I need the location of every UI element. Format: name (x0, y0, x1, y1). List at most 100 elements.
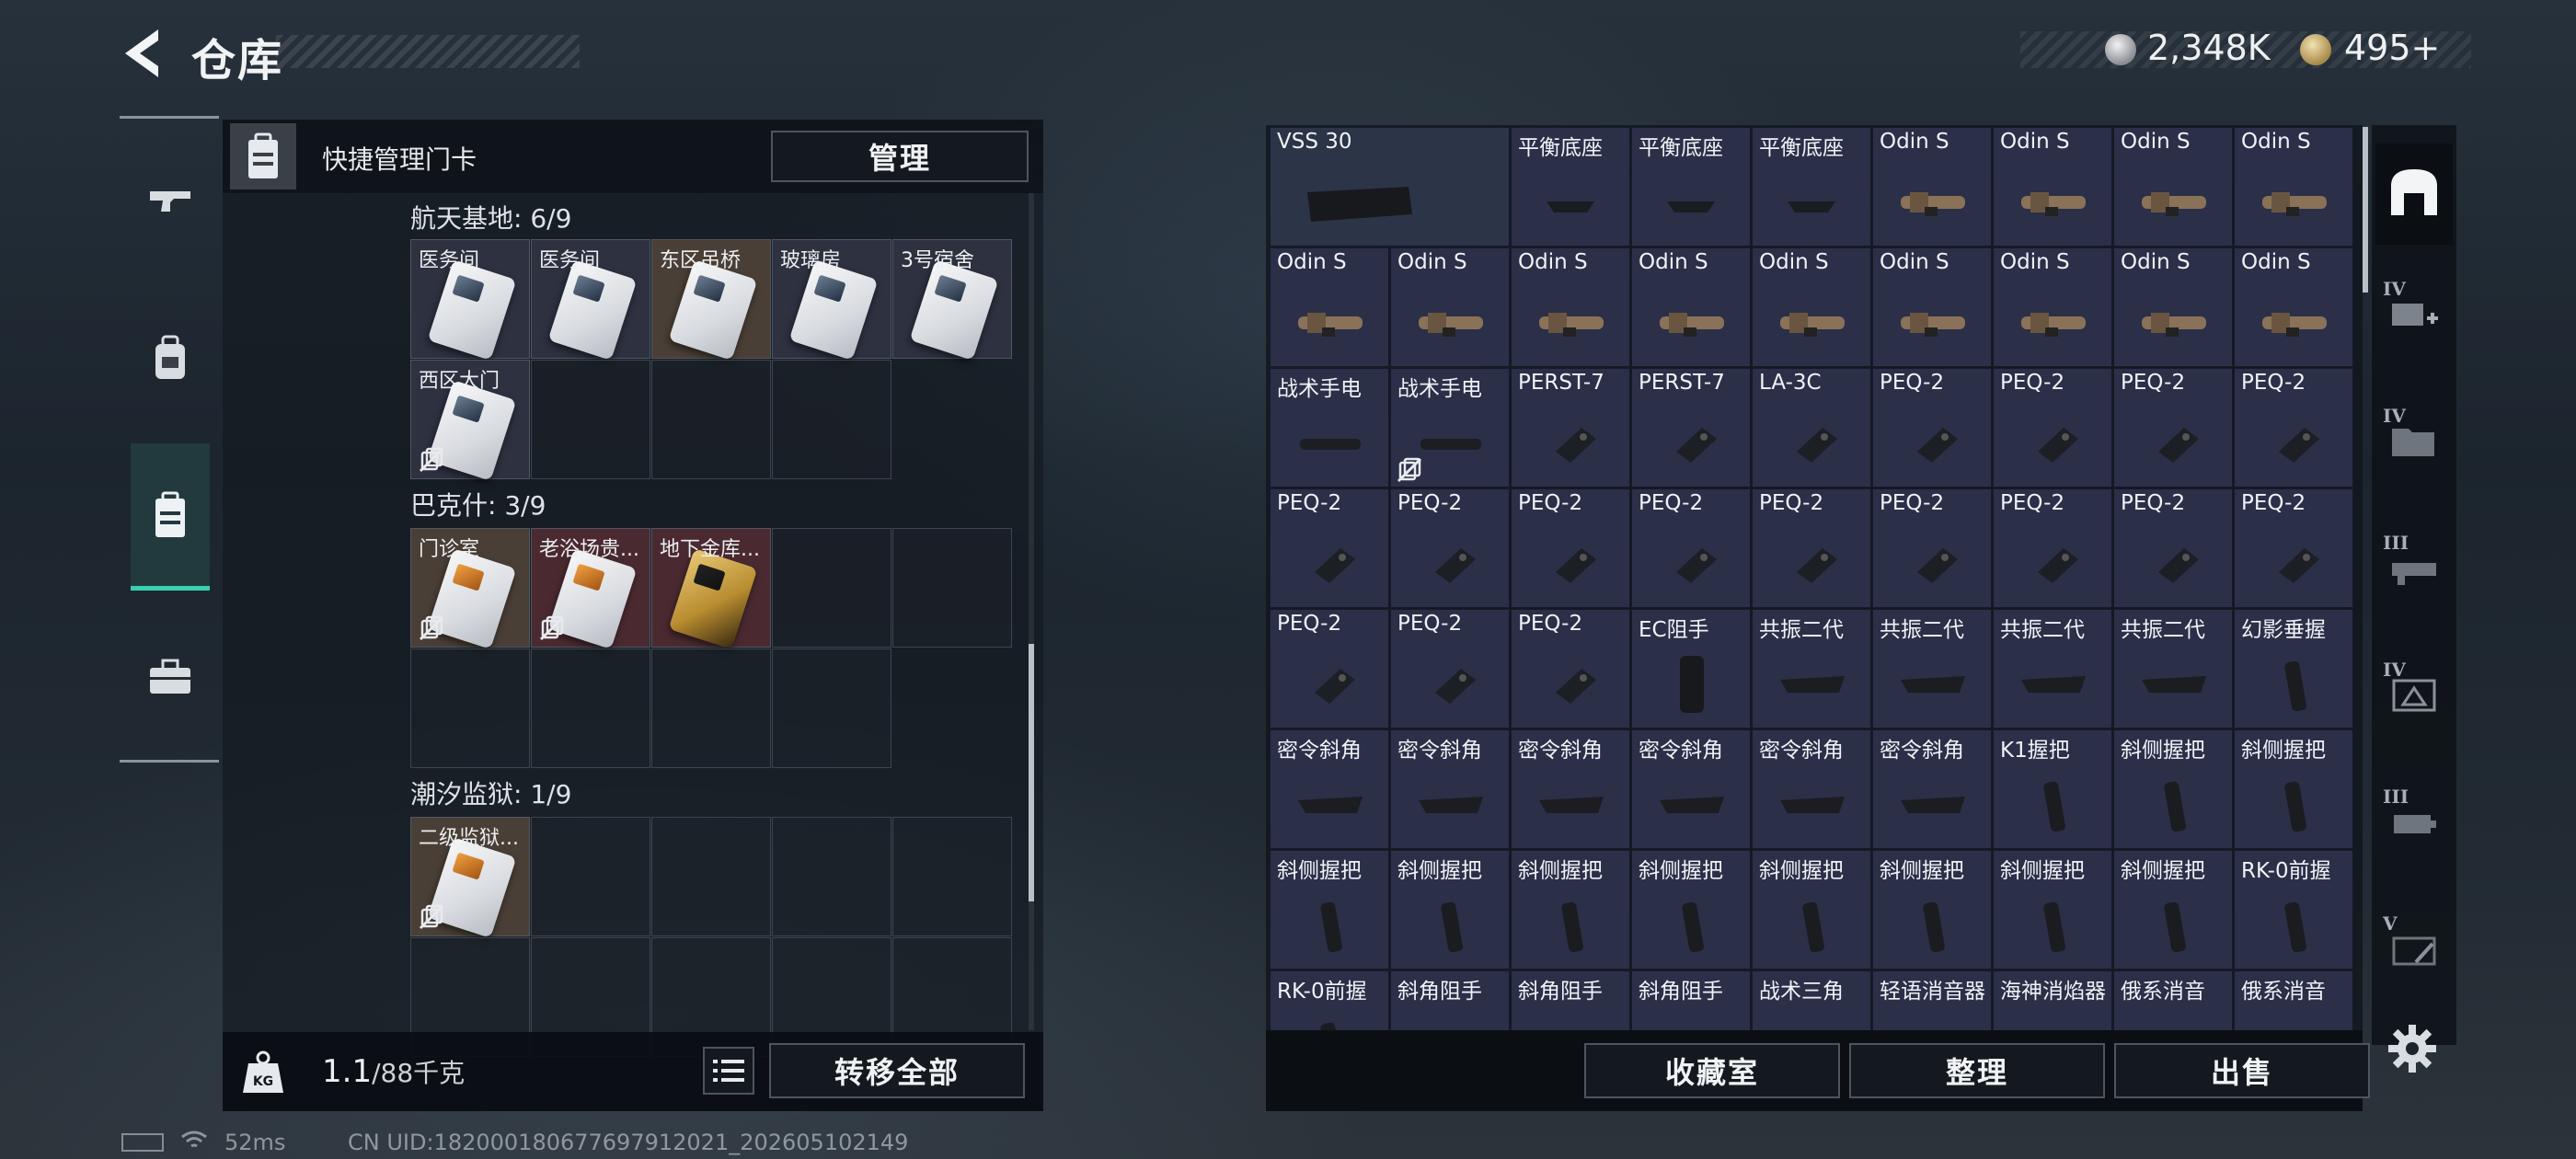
empty-keycard-slot[interactable] (772, 528, 891, 648)
inventory-item[interactable]: Odin S (2113, 127, 2233, 247)
stash-tab-tier-iv-triangle[interactable]: IV (2375, 651, 2453, 743)
empty-keycard-slot[interactable] (531, 360, 650, 479)
keycard-slot[interactable]: 二级监狱... (410, 817, 530, 938)
inventory-item[interactable]: 密令斜角 (1872, 729, 1992, 849)
inventory-item[interactable]: Odin S (1511, 247, 1630, 367)
inventory-item[interactable]: 密令斜角 (1752, 729, 1871, 849)
inventory-item[interactable]: Odin S (1270, 247, 1389, 367)
inventory-item[interactable]: PEQ-2 (1390, 488, 1510, 608)
collection-room-button[interactable]: 收藏室 (1584, 1043, 1840, 1098)
inventory-item[interactable]: Odin S (2113, 247, 2233, 367)
empty-keycard-slot[interactable] (651, 360, 771, 479)
stash-tab-tier-iv-plus[interactable]: IV (2375, 270, 2453, 362)
inventory-item[interactable]: 密令斜角 (1511, 729, 1630, 849)
keycard-slot[interactable]: 3号宿舍 (892, 239, 1012, 361)
inventory-item[interactable]: PEQ-2 (1511, 488, 1630, 608)
empty-keycard-slot[interactable] (531, 648, 650, 768)
inventory-item[interactable]: 海神消焰器 (1993, 970, 2112, 1030)
inventory-item[interactable]: 斜角阻手 (1511, 970, 1630, 1030)
rail-tab-gear[interactable] (131, 304, 210, 414)
inventory-item[interactable]: 平衡底座 (1631, 127, 1751, 247)
inventory-item[interactable]: 平衡底座 (1752, 127, 1871, 247)
settings-button[interactable] (2385, 1021, 2440, 1076)
inventory-item[interactable]: 战术手电 (1390, 368, 1510, 488)
inventory-item[interactable]: 平衡底座 (1511, 127, 1630, 247)
empty-keycard-slot[interactable] (531, 817, 650, 936)
inventory-item[interactable]: Odin S (1631, 247, 1751, 367)
inventory-item[interactable]: K1握把 (1993, 729, 2112, 849)
empty-keycard-slot[interactable] (772, 648, 891, 768)
inventory-item[interactable]: Odin S (2234, 247, 2353, 367)
stash-tab-tier-iii-rail[interactable]: III (2375, 524, 2453, 616)
inventory-item[interactable]: 密令斜角 (1270, 729, 1389, 849)
inventory-item[interactable]: PEQ-2 (1993, 488, 2112, 608)
rail-tab-keycards[interactable] (131, 443, 210, 591)
keycard-slot[interactable]: 东区吊桥 (651, 239, 771, 361)
inventory-item[interactable]: PEQ-2 (1270, 488, 1389, 608)
inventory-item[interactable]: PEQ-2 (1752, 488, 1871, 608)
gold-amount[interactable]: 495+ (2344, 28, 2440, 68)
inventory-item[interactable]: 共振二代 (1872, 609, 1992, 729)
stash-tab-tier-iii-box[interactable]: III (2375, 778, 2453, 870)
inventory-item[interactable]: 斜侧握把 (1511, 850, 1630, 970)
inventory-item[interactable]: 斜侧握把 (2113, 729, 2233, 849)
inventory-item[interactable]: 战术三角 (1752, 970, 1871, 1030)
keycard-slot[interactable]: 老浴场贵... (531, 528, 650, 649)
inventory-item[interactable]: LA-3C (1752, 368, 1871, 488)
inventory-item[interactable]: Odin S (2234, 127, 2353, 247)
inventory-item[interactable]: Odin S (1993, 127, 2112, 247)
inventory-item[interactable]: 共振二代 (1993, 609, 2112, 729)
inventory-item[interactable]: Odin S (1390, 247, 1510, 367)
back-button[interactable] (118, 26, 169, 81)
inventory-item[interactable]: 斜侧握把 (2113, 850, 2233, 970)
inventory-item[interactable]: PEQ-2 (1631, 488, 1751, 608)
rail-tab-weapons[interactable] (131, 147, 210, 258)
keycard-slot[interactable]: 地下金库... (651, 528, 771, 649)
inventory-item[interactable]: PEQ-2 (2234, 488, 2353, 608)
inventory-item[interactable]: PEQ-2 (1390, 609, 1510, 729)
inventory-item[interactable]: PEQ-2 (1270, 609, 1389, 729)
inventory-item[interactable]: 斜侧握把 (1390, 850, 1510, 970)
inventory-item[interactable]: PERST-7 (1511, 368, 1630, 488)
inventory-item[interactable]: 密令斜角 (1390, 729, 1510, 849)
manage-button[interactable]: 管理 (771, 131, 1029, 182)
rail-tab-toolbox[interactable] (131, 622, 210, 732)
keycard-slot[interactable]: 西区大门 (410, 360, 530, 481)
inventory-item[interactable]: 战术手电 (1270, 368, 1389, 488)
empty-keycard-slot[interactable] (892, 528, 1012, 648)
inventory-scrollbar-thumb[interactable] (2363, 127, 2368, 293)
inventory-item[interactable]: 斜侧握把 (1993, 850, 2112, 970)
inventory-item[interactable]: Odin S (1993, 247, 2112, 367)
inventory-item[interactable]: 斜角阻手 (1631, 970, 1751, 1030)
keycard-scrollbar-thumb[interactable] (1029, 644, 1034, 901)
inventory-item[interactable]: PEQ-2 (1872, 488, 1992, 608)
inventory-item[interactable]: Odin S (1872, 127, 1992, 247)
stash-tab-tier-v-tools[interactable]: V (2375, 905, 2453, 997)
inventory-item[interactable]: Odin S (1752, 247, 1871, 367)
empty-keycard-slot[interactable] (772, 817, 891, 936)
empty-keycard-slot[interactable] (651, 648, 771, 768)
sell-button[interactable]: 出售 (2114, 1043, 2370, 1098)
inventory-item[interactable]: 共振二代 (1752, 609, 1871, 729)
inventory-item[interactable]: RK-0前握 (1270, 970, 1389, 1030)
keycard-scrollbar-track[interactable] (1029, 193, 1034, 1030)
keycard-slot[interactable]: 玻璃房 (772, 239, 891, 361)
keycard-slot[interactable]: 医务间 (531, 239, 650, 361)
inventory-item[interactable]: 斜侧握把 (2234, 729, 2353, 849)
inventory-item[interactable]: 俄系消音 (2234, 970, 2353, 1030)
keycard-slot[interactable]: 医务间 (410, 239, 530, 361)
stash-tab-tier-iv-folder[interactable]: IV (2375, 397, 2453, 489)
organize-button[interactable]: 整理 (1849, 1043, 2105, 1098)
inventory-item[interactable]: 共振二代 (2113, 609, 2233, 729)
inventory-item[interactable]: 斜角阻手 (1390, 970, 1510, 1030)
inventory-item[interactable]: PERST-7 (1631, 368, 1751, 488)
inventory-item[interactable]: PEQ-2 (2113, 488, 2233, 608)
inventory-item[interactable]: VSS 30 (1270, 127, 1510, 247)
inventory-item[interactable]: PEQ-2 (2113, 368, 2233, 488)
inventory-item[interactable]: PEQ-2 (1872, 368, 1992, 488)
inventory-item[interactable]: PEQ-2 (1993, 368, 2112, 488)
inventory-item[interactable]: PEQ-2 (1511, 609, 1630, 729)
inventory-item[interactable]: 斜侧握把 (1270, 850, 1389, 970)
empty-keycard-slot[interactable] (772, 360, 891, 479)
inventory-item[interactable]: 斜侧握把 (1631, 850, 1751, 970)
